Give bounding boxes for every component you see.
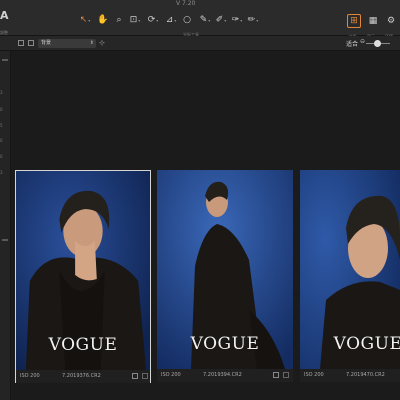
thumbnail-caption: ISO 200 7.2019376.CR2 xyxy=(16,370,150,383)
rotate-tool-icon[interactable]: ⟳ ▾ xyxy=(146,14,160,26)
zoom-tool-icon[interactable]: ⌕ xyxy=(112,14,126,26)
rail-tick: 0 xyxy=(0,154,3,159)
iso-label: ISO 200 xyxy=(304,372,324,378)
iso-label: ISO 200 xyxy=(161,372,181,378)
rail-marker xyxy=(2,59,8,61)
iso-label: ISO 200 xyxy=(20,373,40,379)
eraser-tool-icon[interactable]: ✑ ▾ xyxy=(230,14,244,26)
vogue-wordmark: VOGUE xyxy=(48,335,118,355)
display-icon: ▦ xyxy=(368,16,378,26)
background-select[interactable]: 背景 ⬍ xyxy=(38,39,96,48)
thumbnail-1[interactable]: VOGUE ISO 200 7.2019376.CR2 xyxy=(15,170,151,383)
color-picker-tool-icon[interactable]: ✎ ▾ xyxy=(198,14,212,26)
spot-tool-icon[interactable]: ○ xyxy=(180,14,194,26)
background-select-value: 背景 xyxy=(41,40,52,46)
thumbnail-caption: ISO 200 7.2019394.CR2 xyxy=(157,369,293,382)
thumbnail-caption: ISO 200 7.2019470.CR2 xyxy=(300,369,400,382)
vogue-wordmark: VOGUE xyxy=(190,334,260,354)
select-checkbox[interactable] xyxy=(132,373,138,379)
zoom-slider-knob[interactable] xyxy=(374,40,381,47)
settings-button[interactable]: ⚙ xyxy=(384,14,398,28)
rail-marker xyxy=(2,239,8,241)
zoom-out-icon[interactable]: ⊖ xyxy=(360,38,365,45)
window-title: V 7.20 xyxy=(176,0,196,7)
app-logo: A xyxy=(0,9,9,22)
hand-tool-icon[interactable]: ✋ xyxy=(96,14,110,26)
rail-tick: 3 xyxy=(0,90,3,95)
gear-icon: ⚙ xyxy=(386,16,396,26)
select-checkbox[interactable] xyxy=(273,372,279,378)
rating-icon[interactable] xyxy=(142,373,148,379)
rating-icon[interactable] xyxy=(283,372,289,378)
chevron-down-icon: ⬍ xyxy=(89,40,94,46)
main-toolbar: A 調整 ↖ ▾ ✋ ⌕ ⊡ ▾ ⟳ ▾ ⊿ ▾ ○ ✎ ▾ ✐ ▾ ✑ ▾ ✏ ▾ 光标工具 … xyxy=(0,8,400,39)
filter-button[interactable]: ⊞ xyxy=(347,14,361,28)
rail-tick: 0 xyxy=(0,138,3,143)
file-name: 7.2019376.CR2 xyxy=(62,373,101,379)
brush-tool-icon[interactable]: ✐ ▾ xyxy=(214,14,228,26)
file-name: 7.2019470.CR2 xyxy=(346,372,385,378)
list-view-icon[interactable] xyxy=(28,40,34,46)
options-bar: 背景 ⬍ ⊹ 适合 ⊖ xyxy=(0,36,400,51)
grid-view-icon[interactable] xyxy=(18,40,24,46)
fit-zoom-label[interactable]: 适合 xyxy=(346,39,358,48)
thumbnail-3[interactable]: VOGUE ISO 200 7.2019470.CR2 xyxy=(300,170,400,383)
rail-tick: 5 xyxy=(0,123,3,128)
add-icon[interactable]: ⊹ xyxy=(99,39,105,47)
thumbnail-2[interactable]: VOGUE ISO 200 7.2019394.CR2 xyxy=(157,170,293,383)
rail-tick: 0 xyxy=(0,107,3,112)
gradient-tool-icon[interactable]: ✏ ▾ xyxy=(246,14,260,26)
file-name: 7.2019394.CR2 xyxy=(203,372,242,378)
filter-icon: ⊞ xyxy=(350,16,358,26)
keystone-tool-icon[interactable]: ⊿ ▾ xyxy=(164,14,178,26)
rail-tick: 3 xyxy=(0,170,3,175)
display-button[interactable]: ▦ xyxy=(366,14,380,28)
left-rail: 3 0 5 0 0 3 xyxy=(0,51,11,400)
image-viewer[interactable]: VOGUE ISO 200 7.2019376.CR2 VOGUE ISO 20… xyxy=(11,51,400,400)
vogue-wordmark: VOGUE xyxy=(333,334,400,354)
crop-tool-icon[interactable]: ⊡ ▾ xyxy=(128,14,142,26)
title-bar: V 7.20 xyxy=(0,0,400,8)
select-tool-icon[interactable]: ↖ ▾ xyxy=(78,14,92,26)
